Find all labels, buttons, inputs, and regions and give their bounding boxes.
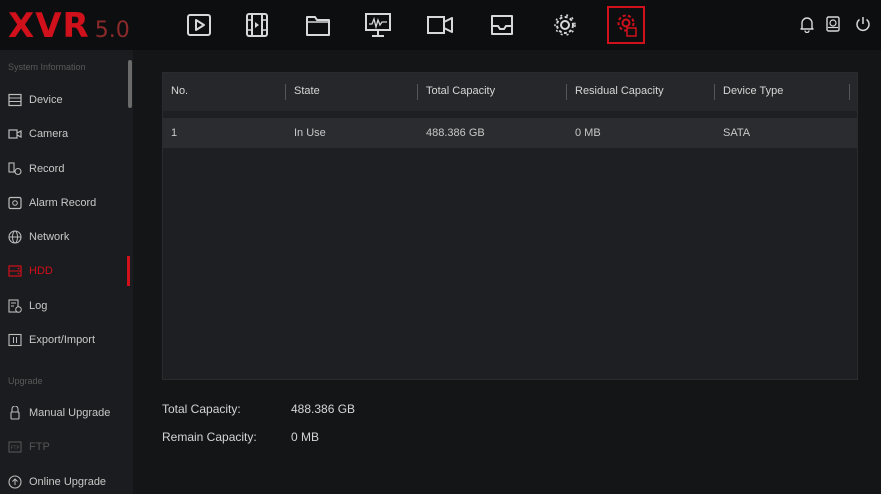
sidebar-item-export-import[interactable]: Export/Import (0, 325, 130, 355)
sidebar-item-manual-upgrade[interactable]: Manual Upgrade (0, 398, 130, 428)
sidebar-item-label: Log (29, 300, 48, 312)
sidebar-item-label: FTP (29, 441, 50, 453)
table-row[interactable]: 1 In Use 488.386 GB 0 MB SATA (163, 118, 857, 148)
folder-icon[interactable] (299, 6, 337, 44)
column-header-no: No. (171, 85, 189, 97)
sidebar-item-ftp[interactable]: FTP FTP (0, 432, 130, 462)
camera-icon (8, 127, 22, 141)
playback-icon[interactable] (180, 6, 218, 44)
total-capacity-label: Total Capacity: (162, 402, 241, 416)
sidebar-item-label: Online Upgrade (29, 476, 107, 488)
column-separator[interactable] (849, 84, 850, 100)
top-bar: XVR 5.0 (0, 0, 881, 50)
section-system-information: System Information (8, 62, 86, 72)
device-icon (8, 93, 22, 107)
sidebar-item-label: Device (29, 94, 63, 106)
record-icon (8, 162, 22, 176)
system-settings-icon[interactable] (607, 6, 645, 44)
hdd-table: No. State Total Capacity Residual Capaci… (162, 72, 858, 380)
manual-upgrade-icon (8, 406, 22, 420)
logo: XVR 5.0 (8, 8, 130, 44)
column-separator[interactable] (566, 84, 567, 100)
sidebar-item-record[interactable]: Record (0, 154, 130, 184)
inbox-icon[interactable] (483, 6, 521, 44)
sidebar-item-label: Manual Upgrade (29, 407, 111, 419)
sidebar-item-alarm-record[interactable]: Alarm Record (0, 188, 130, 218)
sidebar-item-online-upgrade[interactable]: Online Upgrade (0, 467, 130, 494)
settings-gear-icon[interactable] (546, 6, 584, 44)
remain-capacity-label: Remain Capacity: (162, 430, 257, 444)
online-upgrade-icon (8, 475, 22, 489)
column-separator[interactable] (417, 84, 418, 100)
column-separator[interactable] (285, 84, 286, 100)
remain-capacity-value: 0 MB (291, 430, 320, 444)
sidebar-item-label: HDD (29, 265, 53, 277)
export-import-icon (8, 333, 22, 347)
column-header-total-capacity: Total Capacity (426, 85, 496, 97)
cell-device-type: SATA (723, 127, 751, 139)
logo-version: 5.0 (94, 18, 130, 43)
alarm-record-icon (8, 196, 22, 210)
sidebar-item-label: Network (29, 231, 70, 243)
cell-no: 1 (171, 127, 178, 139)
logo-brand: XVR (8, 6, 90, 46)
cell-residual-capacity: 0 MB (575, 127, 601, 139)
section-upgrade: Upgrade (8, 376, 43, 386)
table-header: No. State Total Capacity Residual Capaci… (163, 73, 857, 111)
log-icon (8, 299, 22, 313)
sidebar-item-log[interactable]: Log (0, 291, 130, 321)
sidebar-item-hdd[interactable]: HDD (0, 256, 130, 286)
column-separator[interactable] (714, 84, 715, 100)
sidebar-item-camera[interactable]: Camera (0, 119, 130, 149)
hdd-icon (8, 264, 22, 278)
total-capacity-value: 488.386 GB (291, 402, 356, 416)
column-header-residual-capacity: Residual Capacity (575, 85, 664, 97)
sidebar-item-network[interactable]: Network (0, 222, 130, 252)
sidebar-item-label: Export/Import (29, 334, 96, 346)
sidebar-item-device[interactable]: Device (0, 85, 130, 115)
camera-icon[interactable] (421, 6, 459, 44)
cell-total-capacity: 488.386 GB (426, 127, 485, 139)
video-clip-icon[interactable] (238, 6, 276, 44)
ftp-icon: FTP (8, 440, 22, 454)
monitor-icon[interactable] (359, 6, 397, 44)
sidebar-item-label: Camera (29, 128, 69, 140)
power-icon[interactable] (852, 13, 874, 35)
disk-icon[interactable] (822, 13, 844, 35)
network-icon (8, 230, 22, 244)
column-header-state: State (294, 85, 320, 97)
column-header-device-type: Device Type (723, 85, 784, 97)
bell-icon[interactable] (796, 13, 818, 35)
svg-text:FTP: FTP (11, 446, 20, 452)
sidebar-item-label: Alarm Record (29, 197, 97, 209)
sidebar-item-label: Record (29, 163, 65, 175)
cell-state: In Use (294, 127, 326, 139)
